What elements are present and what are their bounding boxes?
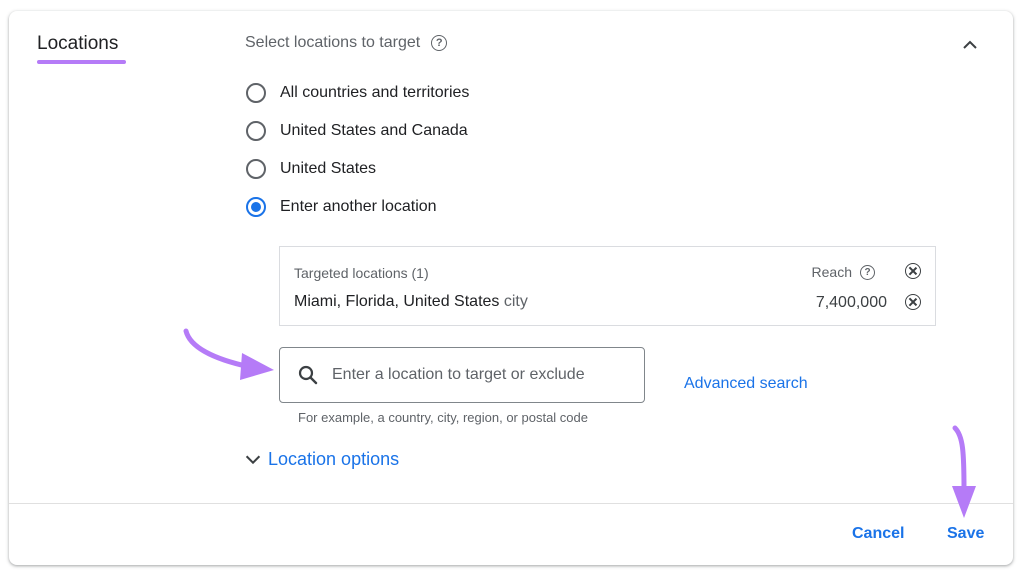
targeted-locations-header: Targeted locations (1) — [294, 265, 429, 281]
radio-option-all-countries[interactable]: All countries and territories — [246, 74, 469, 112]
radio-label: All countries and territories — [280, 84, 470, 101]
radio-label: Enter another location — [280, 198, 437, 215]
location-type: city — [503, 293, 528, 310]
radio-label: United States — [280, 160, 377, 177]
chevron-down-icon — [245, 455, 261, 465]
radio-option-another-location[interactable]: Enter another location — [246, 188, 469, 226]
select-locations-text: Select locations to target — [245, 34, 421, 51]
location-search-field[interactable] — [279, 347, 645, 403]
help-circle-icon[interactable]: ? — [860, 264, 875, 280]
targeted-locations-panel: Targeted locations (1) Miami, Florida, U… — [279, 246, 936, 326]
location-options-toggle[interactable]: Location options — [242, 448, 399, 470]
help-circle-icon[interactable]: ? — [431, 35, 448, 51]
collapse-button[interactable] — [958, 33, 982, 57]
advanced-search-link[interactable]: Advanced search — [684, 375, 808, 393]
footer-divider — [9, 503, 1013, 504]
remove-location-icon[interactable] — [905, 294, 921, 310]
chevron-up-icon — [963, 40, 977, 49]
radio-label: United States and Canada — [280, 122, 468, 139]
radio-option-us-canada[interactable]: United States and Canada — [246, 112, 469, 150]
radio-button-checked[interactable] — [246, 197, 266, 217]
radio-button[interactable] — [246, 159, 266, 179]
remove-all-icon[interactable] — [905, 263, 921, 279]
radio-button[interactable] — [246, 83, 266, 103]
location-options-label: Location options — [268, 448, 400, 469]
search-hint: For example, a country, city, region, or… — [298, 410, 588, 425]
reach-value: 7,400,000 — [815, 294, 887, 311]
reach-label: Reach — [811, 264, 852, 280]
section-underline-highlight — [37, 60, 126, 64]
reach-header: Reach ? — [812, 264, 875, 280]
search-icon — [298, 365, 318, 385]
location-search-input[interactable] — [330, 365, 634, 385]
save-button[interactable]: Save — [947, 525, 984, 543]
radio-button[interactable] — [246, 121, 266, 141]
radio-option-us[interactable]: United States — [246, 150, 469, 188]
cancel-button[interactable]: Cancel — [852, 525, 904, 543]
location-name: Miami, Florida, United States — [294, 293, 500, 310]
select-locations-label: Select locations to target ? — [245, 34, 448, 52]
targeted-location-item: Miami, Florida, United States city — [294, 293, 528, 311]
section-title: Locations — [37, 33, 119, 54]
location-radio-group: All countries and territories United Sta… — [246, 74, 469, 226]
locations-card: Locations Select locations to target ? A… — [9, 11, 1013, 565]
